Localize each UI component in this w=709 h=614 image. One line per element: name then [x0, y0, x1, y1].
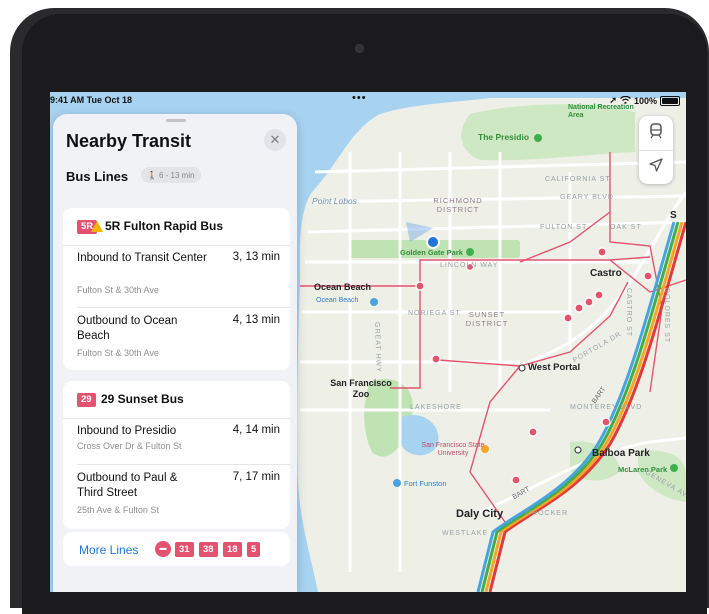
nearby-transit-panel: Nearby Transit ✕ Bus Lines 🚶 6 - 13 min … — [53, 114, 297, 592]
trip-destination: Inbound to Transit Center — [77, 252, 207, 264]
route-header-29[interactable]: 29 29 Sunset Bus — [63, 381, 290, 419]
trip-row[interactable]: Outbound to Paul & Third Street 7, 17 mi… — [63, 465, 290, 527]
close-icon: ✕ — [269, 132, 281, 147]
route-header-5r[interactable]: 5R 5R Fulton Rapid Bus — [63, 208, 290, 246]
close-button[interactable]: ✕ — [264, 129, 286, 151]
multitasking-dots[interactable]: ••• — [352, 92, 367, 104]
bus-icon: ▬ — [155, 541, 171, 557]
battery-percent: 100% — [633, 95, 657, 106]
map-label-sfsu[interactable]: San Francisco State University — [420, 442, 486, 458]
status-indicators: ➚ 100% — [609, 95, 680, 106]
trip-times: 3, 13 min — [232, 251, 280, 263]
map-label-castro[interactable]: Castro — [590, 268, 622, 279]
panel-title: Nearby Transit — [66, 131, 192, 151]
map-label-crocker: CROCKER — [526, 510, 569, 517]
current-location-button[interactable] — [639, 150, 673, 184]
map-controls — [639, 116, 673, 184]
map-label-lakeshore: LAKESHORE — [410, 404, 462, 411]
route-name-29: 29 Sunset Bus — [101, 392, 184, 406]
train-icon — [650, 123, 662, 143]
warning-icon — [91, 221, 103, 232]
map-label-edge: S — [670, 210, 677, 221]
wifi-icon — [620, 95, 631, 106]
status-bar: 9:41 AM Tue Oct 18 ••• ➚ 100% — [50, 92, 686, 109]
map-label-west-portal[interactable]: West Portal — [528, 362, 580, 373]
trip-times: 7, 17 min — [232, 471, 280, 483]
map-label-california-st: CALIFORNIA ST — [545, 176, 611, 183]
walking-icon: 🚶 — [147, 170, 157, 180]
map-label-westlake: WESTLAKE — [442, 530, 489, 537]
walk-time: 6 - 13 min — [158, 170, 195, 180]
map-label-presidio[interactable]: The Presidio — [478, 132, 529, 142]
more-lines-link[interactable]: More Lines — [79, 543, 138, 557]
trip-destination: Outbound to Ocean Beach — [77, 315, 178, 342]
map-label-mclaren-park[interactable]: McLaren Park — [618, 465, 667, 474]
trip-times: 4, 13 min — [232, 314, 280, 326]
trip-row[interactable]: Inbound to Transit Center 3, 13 min Fult… — [63, 245, 290, 307]
map-label-ocean-beach[interactable]: Ocean Beach — [314, 282, 371, 292]
map-label-noriega-st: NORIEGA ST — [408, 310, 461, 317]
trip-times: 4, 14 min — [232, 424, 280, 436]
line-badge[interactable]: 38 — [199, 542, 218, 557]
trip-row[interactable]: Outbound to Ocean Beach 4, 13 min Fulton… — [63, 308, 290, 370]
map-label-sunset: SUNSET DISTRICT — [465, 310, 509, 328]
line-badge[interactable]: 5 — [247, 542, 261, 557]
trip-destination: Inbound to Presidio — [77, 425, 177, 437]
map-label-point-lobos: Point Lobos — [312, 196, 357, 206]
trip-destination: Outbound to Paul & Third Street — [77, 472, 178, 499]
location-services-icon: ➚ — [609, 95, 617, 105]
map-label-oak-st: OAK ST — [610, 224, 642, 231]
route-card-5r[interactable]: 5R 5R Fulton Rapid Bus Inbound to Transi… — [63, 208, 290, 370]
map-label-balboa-park[interactable]: Balboa Park — [592, 448, 650, 459]
trip-row[interactable]: Inbound to Presidio 4, 14 min Cross Over… — [63, 418, 290, 463]
battery-icon — [660, 95, 680, 106]
map-label-fulton-st: FULTON ST — [540, 224, 588, 231]
route-name-5r: 5R Fulton Rapid Bus — [105, 219, 223, 233]
screen: The Presidio National Recreation Area Po… — [50, 92, 686, 592]
map-label-richmond: RICHMOND DISTRICT — [433, 196, 483, 214]
front-camera — [355, 44, 364, 53]
map-label-castro-st: CASTRO ST — [625, 288, 632, 338]
location-arrow-icon — [649, 158, 663, 176]
transit-mode-button[interactable] — [639, 116, 673, 151]
line-badge[interactable]: 18 — [223, 542, 242, 557]
map-label-sf-zoo[interactable]: San Francisco Zoo — [326, 378, 396, 400]
trip-stop: Fulton St & 30th Ave — [77, 348, 159, 358]
map-label-fort-funston[interactable]: Fort Funston — [404, 479, 447, 488]
map-label-dolores-st: DOLORES ST — [663, 288, 670, 344]
route-badge-29: 29 — [77, 393, 96, 407]
map-label-daly-city[interactable]: Daly City — [456, 508, 503, 520]
map-label-ocean-beach-poi[interactable]: Ocean Beach — [316, 297, 358, 304]
walk-time-pill: 🚶 6 - 13 min — [141, 167, 201, 183]
trip-stop: Cross Over Dr & Fulton St — [77, 441, 182, 451]
status-time: 9:41 AM Tue Oct 18 — [50, 95, 133, 105]
map-label-monterey: MONTEREY BLVD — [570, 404, 643, 411]
device-frame: The Presidio National Recreation Area Po… — [0, 0, 709, 614]
map-label-lincoln-way: LINCOLN WAY — [440, 262, 499, 269]
trip-stop: 25th Ave & Fulton St — [77, 505, 159, 515]
trip-stop: Fulton St & 30th Ave — [77, 285, 159, 295]
panel-grabber[interactable] — [166, 119, 186, 122]
map-label-golden-gate-park[interactable]: Golden Gate Park — [400, 248, 463, 257]
route-card-29[interactable]: 29 29 Sunset Bus Inbound to Presidio 4, … — [63, 381, 290, 529]
line-badge[interactable]: 31 — [175, 542, 194, 557]
more-lines-card[interactable]: More Lines ▬ 31 38 18 5 — [63, 532, 290, 566]
bus-lines-heading: Bus Lines — [66, 169, 129, 184]
map-label-geary-blvd: GEARY BLVD — [560, 194, 614, 201]
